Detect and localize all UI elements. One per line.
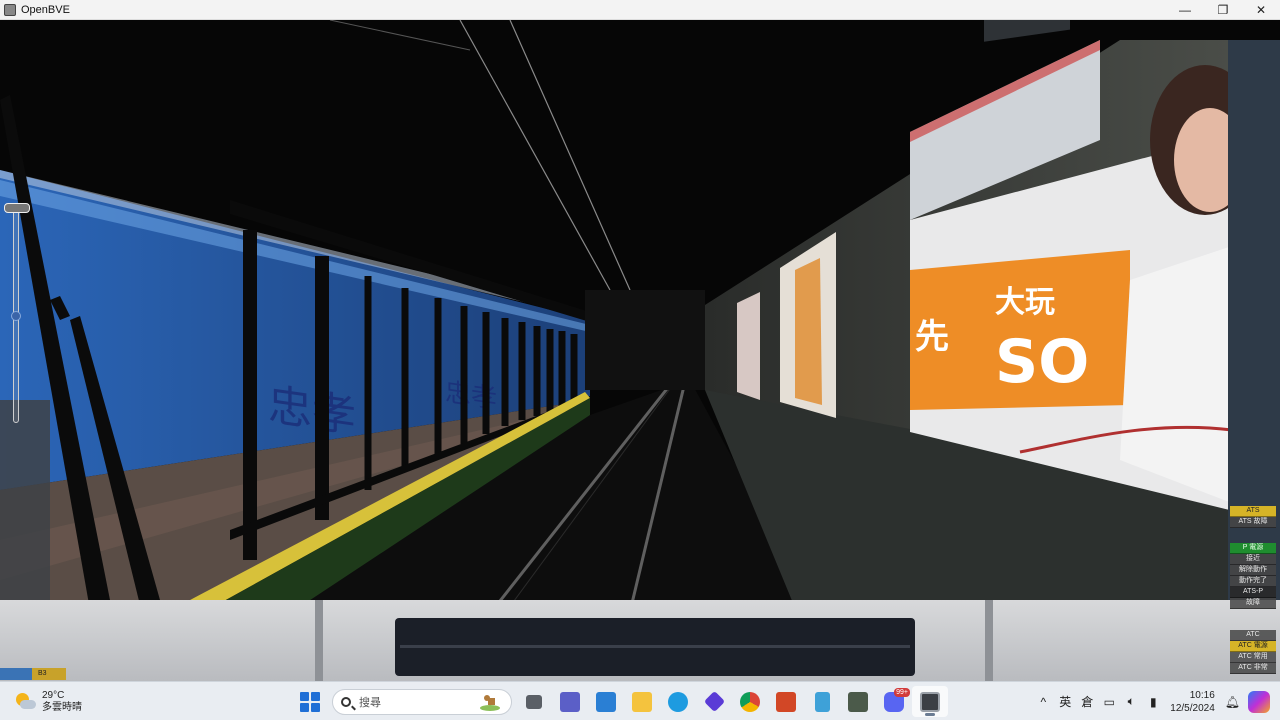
master-controller-handle[interactable] bbox=[4, 203, 30, 213]
train-app-button[interactable] bbox=[840, 686, 876, 717]
system-tray: ^ 英 倉 ▭ 🔈︎ ▮ 10:16 12/5/2024 🔔︎ bbox=[1032, 686, 1280, 717]
minimize-button[interactable]: — bbox=[1166, 0, 1204, 20]
master-controller-position-knob[interactable] bbox=[11, 311, 21, 321]
train-icon bbox=[848, 691, 868, 712]
file-explorer-button[interactable] bbox=[624, 686, 660, 717]
ime-mode-indicator[interactable]: 英 bbox=[1054, 686, 1076, 717]
clipchamp-icon bbox=[703, 690, 725, 713]
release-indicator: 解除動作 bbox=[1230, 565, 1276, 576]
brake-notch-indicator: B3 bbox=[32, 668, 66, 680]
volume-icon[interactable]: 🔈︎ bbox=[1120, 686, 1142, 717]
chrome-button[interactable] bbox=[732, 686, 768, 717]
notch-strip: B3 bbox=[0, 668, 66, 680]
openbve-icon bbox=[920, 691, 940, 712]
ats-indicator: ATS bbox=[1230, 506, 1276, 517]
edge-button[interactable] bbox=[660, 686, 696, 717]
search-highlight-icon bbox=[480, 694, 500, 711]
start-button[interactable] bbox=[292, 686, 328, 717]
p-power-indicator: P 電源 bbox=[1230, 543, 1276, 554]
snipping-tool-button[interactable] bbox=[588, 686, 624, 717]
ats-indicator-panel: ATS ATS 故障 bbox=[1230, 506, 1276, 528]
folder-icon bbox=[632, 691, 652, 712]
tunnel-scene: 忠孝 忠孝 先 大玩 SO bbox=[0, 20, 1280, 681]
svg-text:先: 先 bbox=[915, 317, 949, 357]
title-bar[interactable]: OpenBVE — ❐ ✕ bbox=[0, 0, 1280, 20]
task-view-button[interactable] bbox=[516, 686, 552, 717]
discord-button[interactable]: 99+ bbox=[876, 686, 912, 717]
atc-indicator: ATC bbox=[1230, 630, 1276, 641]
atsp-fault-indicator: 故障 bbox=[1230, 598, 1276, 609]
chrome-icon bbox=[740, 691, 760, 712]
clock[interactable]: 10:16 12/5/2024 bbox=[1164, 689, 1221, 715]
clipchamp-button[interactable] bbox=[696, 686, 732, 717]
weather-desc: 多雲時晴 bbox=[42, 702, 82, 713]
weather-temp: 29°C bbox=[42, 690, 65, 701]
search-icon bbox=[341, 696, 351, 707]
battery-icon[interactable]: ▮ bbox=[1142, 686, 1164, 717]
simulation-viewport[interactable]: 忠孝 忠孝 先 大玩 SO ATS ATS 故障 P 電源 接近 解除動作 動作… bbox=[0, 20, 1280, 681]
clock-time: 10:16 bbox=[1189, 689, 1215, 701]
power-notch-indicator bbox=[0, 668, 32, 680]
window-controls: — ❐ ✕ bbox=[1166, 0, 1280, 20]
close-button[interactable]: ✕ bbox=[1242, 0, 1280, 20]
taskbar: 29°C 多雲時晴 搜尋 99+ ^ 英 倉 ▭ 🔈︎ ▮ 10:16 12/5… bbox=[0, 681, 1280, 720]
window-title: OpenBVE bbox=[21, 3, 70, 16]
atc-service-indicator: ATC 常用 bbox=[1230, 652, 1276, 663]
openbve-app-icon bbox=[4, 3, 16, 16]
openbve-window: OpenBVE — ❐ ✕ 忠孝 忠孝 先 大玩 SO ATS ATS 故障 P… bbox=[0, 0, 1280, 720]
weather-widget[interactable]: 29°C 多雲時晴 bbox=[14, 687, 82, 717]
edge-icon bbox=[668, 691, 688, 712]
atsp-indicator: ATS-P bbox=[1230, 587, 1276, 598]
notepad-icon bbox=[814, 691, 830, 712]
maximize-button[interactable]: ❐ bbox=[1204, 0, 1242, 20]
atc-indicator-panel: ATC ATC 電源 ATC 常用 ATC 非常 bbox=[1230, 630, 1276, 674]
partly-cloudy-icon bbox=[14, 691, 36, 713]
svg-text:SO: SO bbox=[995, 327, 1089, 397]
clock-date: 12/5/2024 bbox=[1170, 702, 1215, 714]
discord-badge: 99+ bbox=[894, 688, 910, 697]
task-view-icon bbox=[526, 694, 542, 709]
atsp-indicator-panel: P 電源 接近 解除動作 動作完了 ATS-P 故障 bbox=[1230, 543, 1276, 609]
ats-fault-indicator: ATS 故障 bbox=[1230, 517, 1276, 528]
taskbar-search[interactable]: 搜尋 bbox=[332, 688, 512, 715]
copilot-icon[interactable] bbox=[1248, 690, 1270, 713]
snipping-tool-icon bbox=[596, 691, 616, 712]
taskbar-apps: 搜尋 99+ bbox=[292, 686, 948, 717]
teams-icon bbox=[560, 691, 580, 712]
teams-button[interactable] bbox=[552, 686, 588, 717]
powerpoint-button[interactable] bbox=[768, 686, 804, 717]
atc-emergency-indicator: ATC 非常 bbox=[1230, 663, 1276, 674]
approach-indicator: 接近 bbox=[1230, 554, 1276, 565]
windows-logo-icon bbox=[300, 691, 320, 712]
svg-text:大玩: 大玩 bbox=[995, 285, 1055, 320]
network-icon[interactable]: ▭ bbox=[1098, 686, 1120, 717]
notepad-button[interactable] bbox=[804, 686, 840, 717]
openbve-taskbar-button[interactable] bbox=[912, 686, 948, 717]
atc-power-indicator: ATC 電源 bbox=[1230, 641, 1276, 652]
powerpoint-icon bbox=[776, 691, 796, 712]
show-hidden-icons-button[interactable]: ^ bbox=[1032, 686, 1054, 717]
search-placeholder: 搜尋 bbox=[359, 696, 381, 709]
ime-input-method[interactable]: 倉 bbox=[1076, 686, 1098, 717]
notification-bell-icon[interactable]: 🔔︎ bbox=[1221, 686, 1244, 717]
brake-complete-indicator: 動作完了 bbox=[1230, 576, 1276, 587]
